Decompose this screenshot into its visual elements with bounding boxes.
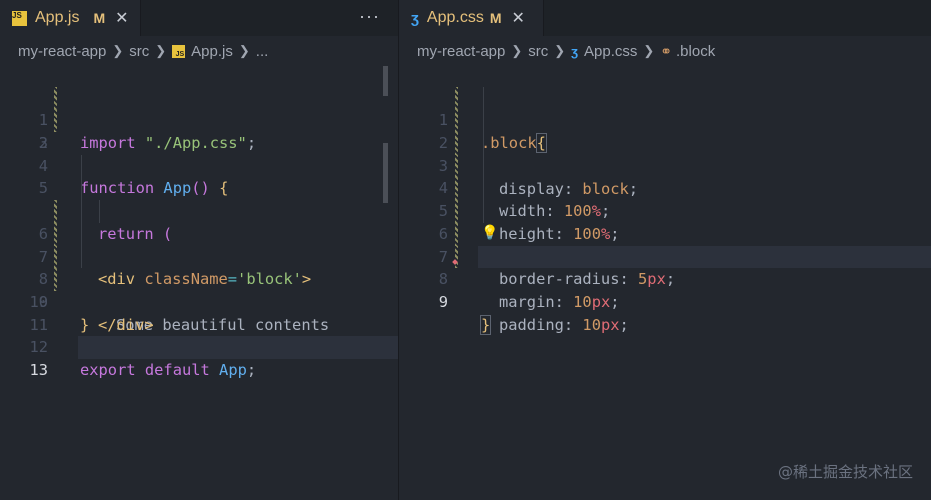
chevron-right-icon: ❯ [155, 43, 167, 58]
indent-guide [81, 177, 82, 201]
keyword: default [144, 360, 210, 379]
breadcrumb-item[interactable]: ... [256, 43, 269, 60]
breadcrumb-item[interactable]: App.css [584, 43, 637, 60]
line-number: 8 [438, 270, 448, 289]
code-line: 7 Some beautiful contents [0, 200, 398, 334]
css-unit: px [600, 315, 620, 334]
chevron-right-icon: ❯ [643, 43, 655, 58]
code-line: 9 ) [0, 245, 398, 356]
breadcrumb-item[interactable]: my-react-app [18, 43, 106, 60]
breadcrumb-item[interactable]: src [528, 43, 548, 60]
code-line: 4 height: 100%; [399, 132, 931, 243]
code-line: 2 [0, 87, 398, 152]
code-line: 6 <div className='block'> [0, 177, 398, 288]
chevron-right-icon: ❯ [112, 43, 124, 58]
close-icon[interactable]: ✕ [512, 8, 525, 28]
code-line: 1 .block{ [399, 64, 931, 154]
punctuation: ; [246, 360, 257, 379]
code-line: 3 [0, 109, 398, 152]
deleted-marker [452, 258, 458, 265]
indent-guide [483, 86, 484, 110]
tab-app-css[interactable]: ʒ App.css M ✕ [399, 0, 544, 36]
punctuation: } [479, 314, 492, 335]
line-number: 9 [438, 292, 448, 311]
lightbulb-icon[interactable]: 💡 [481, 222, 498, 245]
right-editor-pane: ʒ App.css M ✕ my-react-app ❯ src ❯ ʒ App… [399, 0, 931, 500]
modified-indicator: M [489, 10, 502, 26]
css-number: 10 [582, 315, 601, 334]
identifier: App [219, 360, 247, 379]
breadcrumb: my-react-app ❯ src ❯ ʒ App.css ❯ ⚭ .bloc… [399, 36, 931, 66]
breadcrumb: my-react-app ❯ src ❯ JS App.js ❯ ... [0, 36, 398, 66]
css-number: 5 [638, 270, 648, 289]
css-property: margin [499, 292, 555, 311]
left-tab-bar: JS App.js M ✕ ··· [0, 0, 398, 36]
code-line: 1 import "./App.css"; [0, 64, 398, 152]
css-file-icon: ʒ [571, 43, 579, 59]
code-area[interactable]: 1 import "./App.css"; 2 3 4 function App… [0, 64, 398, 379]
code-line: 5 return ( [0, 154, 398, 243]
indent-guide [81, 154, 82, 178]
scrollbar-thumb[interactable] [383, 143, 388, 203]
css-unit: px [647, 270, 666, 289]
chevron-right-icon: ❯ [554, 43, 566, 58]
code-line: 7 margin: 10px; [399, 200, 931, 311]
js-file-icon: JS [12, 10, 27, 26]
code-line: 2 display: block; [399, 86, 931, 198]
indent-guide [81, 245, 82, 269]
tab-label: App.js [35, 9, 80, 26]
breadcrumb-item[interactable]: src [129, 43, 149, 60]
watermark: @稀土掘金技术社区 [777, 463, 913, 481]
indent-guide [483, 132, 484, 155]
indent-guide [81, 200, 82, 223]
line-number: 13 [29, 360, 48, 379]
code-line-current: 9 } [399, 245, 931, 335]
breadcrumb-item[interactable]: my-react-app [417, 43, 505, 60]
code-line: 11 [0, 291, 398, 334]
css-number: 10 [573, 292, 592, 311]
css-file-icon: ʒ [411, 9, 419, 27]
code-line: 12 export default App; [0, 314, 398, 379]
css-unit: px [591, 292, 611, 311]
breadcrumb-item[interactable]: App.js [191, 43, 233, 60]
current-line-highlight [78, 336, 398, 359]
code-line: 8 </div> [0, 222, 398, 334]
css-property: border-radius [499, 270, 620, 289]
modified-indicator: M [93, 10, 106, 26]
code-line: 8 💡 padding: 10px; [399, 222, 931, 334]
indent-guide [99, 200, 100, 223]
code-line: 6 border-radius: 5px; [399, 177, 931, 288]
chevron-right-icon: ❯ [238, 43, 250, 58]
right-tab-bar: ʒ App.css M ✕ [399, 0, 931, 36]
indent-guide [483, 154, 484, 178]
indent-guide [483, 177, 484, 201]
code-line: 4 function App() { [0, 132, 398, 198]
keyword: export [80, 360, 136, 379]
code-line: 10 } [0, 268, 398, 334]
code-line: 3 width: 100%; [399, 109, 931, 220]
chevron-right-icon: ❯ [511, 43, 523, 58]
tab-label: App.css [426, 9, 484, 26]
indent-guide [483, 109, 484, 133]
breadcrumb-item[interactable]: .block [676, 43, 715, 60]
symbol-class-icon: ⚭ [660, 42, 673, 59]
css-property: padding [499, 315, 564, 334]
code-area[interactable]: 1 .block{ 2 display: block; 3 width: 100… [399, 64, 931, 335]
close-icon[interactable]: ✕ [115, 8, 128, 28]
left-editor-pane: JS App.js M ✕ ··· my-react-app ❯ src ❯ J… [0, 0, 398, 500]
indent-guide [483, 200, 484, 223]
js-file-icon: JS [172, 44, 186, 58]
code-line-current: 13 [0, 336, 398, 379]
scrollbar-thumb[interactable] [383, 66, 388, 96]
current-line-highlight [478, 245, 931, 269]
more-actions-icon[interactable]: ··· [359, 6, 380, 27]
tab-app-js[interactable]: JS App.js M ✕ [0, 0, 141, 36]
indent-guide [81, 222, 82, 246]
code-line: 5 background-color: #f5f5f5; [399, 154, 931, 266]
